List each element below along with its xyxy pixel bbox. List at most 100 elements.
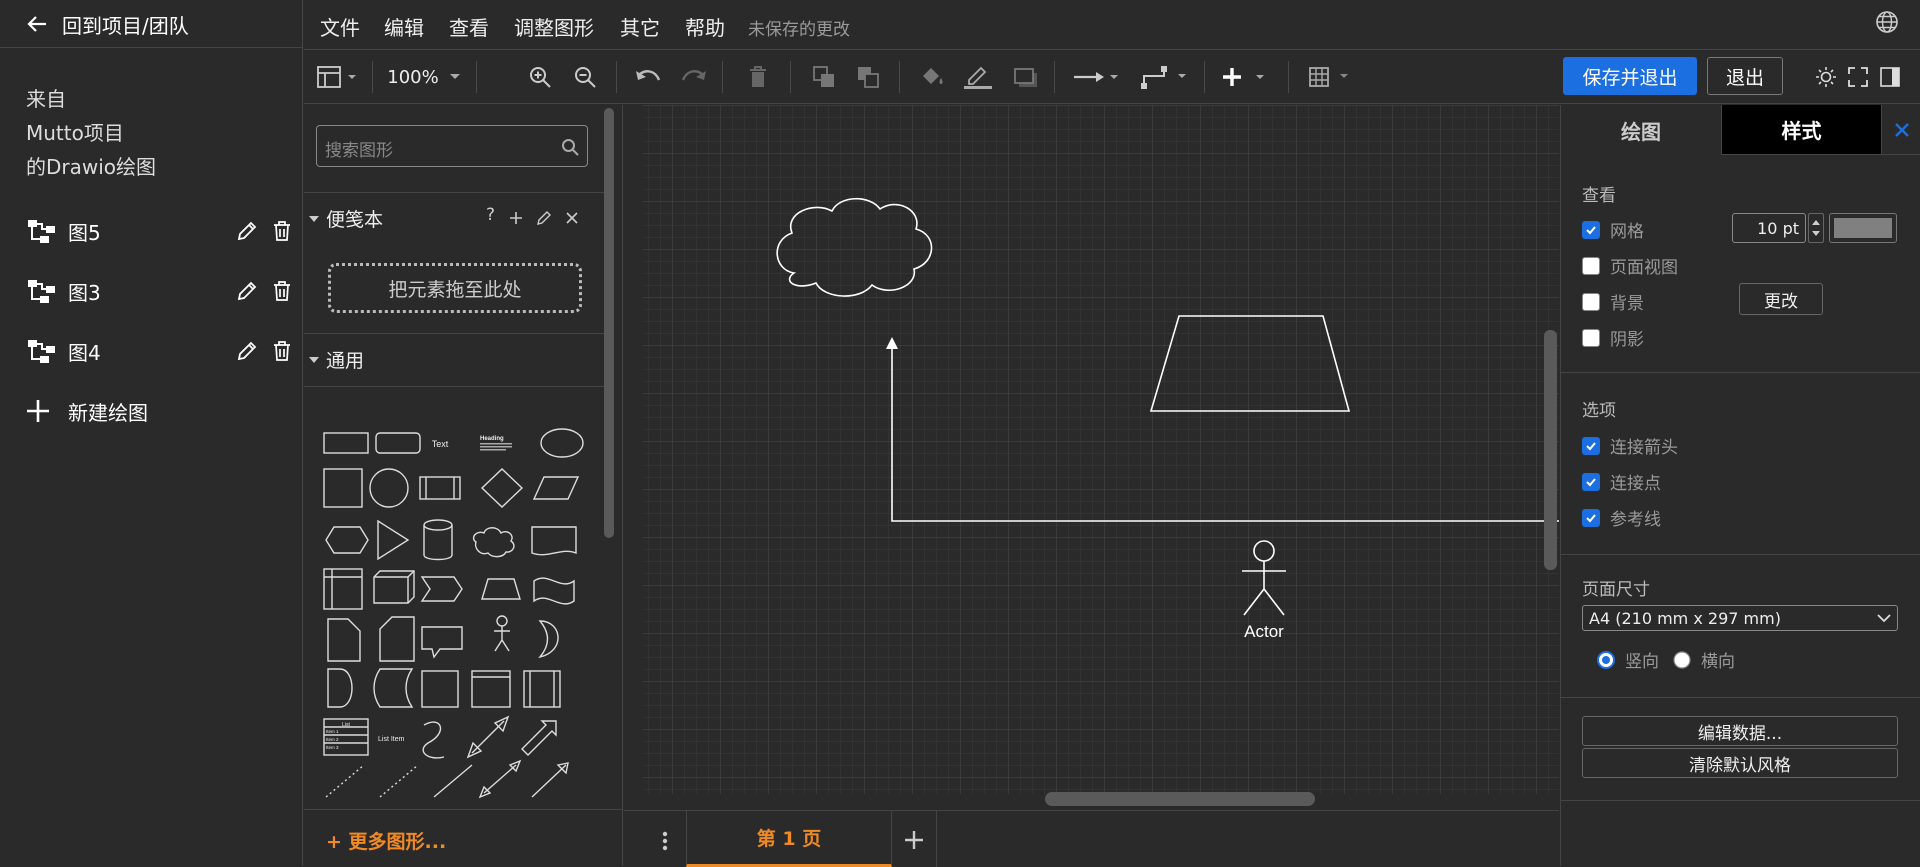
exit-button[interactable]: 退出 [1707, 57, 1783, 95]
delete-trash-icon[interactable] [272, 340, 292, 362]
scratchpad-header[interactable]: 便笺本 ? [304, 192, 604, 244]
process-shape[interactable] [419, 476, 461, 500]
step-shape[interactable] [420, 576, 463, 602]
shadow-button[interactable] [1012, 62, 1040, 92]
to-front-button[interactable] [810, 62, 838, 92]
card-shape[interactable] [379, 616, 415, 662]
page-view-checkbox[interactable]: 页面视图 [1582, 253, 1678, 278]
zoom-in-button[interactable] [526, 62, 554, 92]
portrait-radio[interactable]: 竖向 [1597, 647, 1659, 672]
diagram-item-1[interactable]: 图5 [26, 213, 296, 249]
grid-size-input[interactable]: 10 pt [1732, 213, 1806, 243]
add-icon[interactable] [508, 210, 524, 226]
rounded-rectangle-shape[interactable] [375, 432, 421, 454]
grid-size-stepper[interactable] [1808, 213, 1824, 243]
more-shapes-button[interactable]: + 更多图形... [326, 827, 446, 854]
tab-style[interactable]: 样式 [1721, 105, 1881, 155]
connection-style-dropdown[interactable] [1072, 62, 1124, 92]
background-checkbox[interactable]: 背景 [1582, 289, 1644, 314]
delete-button[interactable] [744, 62, 772, 92]
menu-help[interactable]: 帮助 [685, 12, 725, 41]
edit-pencil-icon[interactable] [236, 280, 258, 302]
square-shape[interactable] [323, 468, 363, 508]
horizontal-scrollbar[interactable] [1045, 792, 1315, 806]
save-and-exit-button[interactable]: 保存并退出 [1563, 57, 1697, 95]
new-diagram-button[interactable]: 新建绘图 [26, 393, 148, 429]
page-menu-icon[interactable] [662, 831, 668, 851]
table-dropdown[interactable] [1308, 62, 1358, 92]
parallelogram-shape[interactable] [532, 476, 580, 500]
text-shape[interactable]: Text [432, 439, 449, 449]
connection-arrows-checkbox[interactable]: 连接箭头 [1582, 433, 1678, 458]
actor-shape[interactable] [494, 615, 510, 652]
line-color-button[interactable] [962, 62, 994, 92]
vertical-scrollbar[interactable] [1544, 330, 1557, 570]
menu-edit[interactable]: 编辑 [384, 12, 424, 41]
delete-trash-icon[interactable] [272, 280, 292, 302]
close-icon[interactable] [564, 210, 580, 226]
clear-default-style-button[interactable]: 清除默认风格 [1582, 748, 1898, 778]
ellipse-shape[interactable] [540, 428, 584, 458]
scratchpad-help-button[interactable]: ? [486, 205, 495, 225]
undo-button[interactable] [634, 62, 662, 92]
panel-layout-dropdown[interactable] [316, 62, 360, 92]
edit-pencil-icon[interactable] [236, 220, 258, 242]
note-shape[interactable] [327, 618, 361, 662]
guides-checkbox[interactable]: 参考线 [1582, 505, 1661, 530]
heading-shape[interactable]: Heading [480, 436, 504, 442]
to-back-button[interactable] [854, 62, 882, 92]
cloud-shape[interactable] [472, 527, 515, 558]
sidebar-scrollbar[interactable] [604, 108, 614, 538]
tab-page-1[interactable]: 第 1 页 [686, 811, 892, 867]
diagram-item-3[interactable]: 图4 [26, 333, 296, 369]
back-to-projects-link[interactable]: 回到项目/团队 [26, 8, 189, 40]
diagram-canvas[interactable]: Actor [624, 105, 1559, 810]
grid-color-picker[interactable] [1829, 213, 1897, 243]
menu-file[interactable]: 文件 [320, 12, 360, 41]
add-page-icon[interactable] [902, 828, 926, 852]
swimlane-shape[interactable] [471, 670, 511, 708]
fill-color-button[interactable] [918, 62, 948, 92]
rectangle-shape[interactable] [323, 432, 369, 454]
diagram-item-2[interactable]: 图3 [26, 273, 296, 309]
delete-trash-icon[interactable] [272, 220, 292, 242]
tab-diagram[interactable]: 绘图 [1561, 105, 1721, 155]
curve-shape[interactable] [422, 721, 445, 759]
hexagon-shape[interactable] [325, 526, 369, 554]
dotted-line-shape[interactable] [379, 764, 419, 798]
trapezoid-shape[interactable] [481, 578, 521, 600]
tape-shape[interactable] [533, 577, 575, 605]
format-panel-toggle[interactable] [1878, 62, 1902, 92]
theme-toggle-button[interactable] [1814, 62, 1838, 92]
globe-icon[interactable] [1875, 10, 1899, 34]
canvas-drawing[interactable]: Actor [624, 105, 1559, 810]
delay-shape[interactable] [327, 668, 353, 708]
list-item-shape[interactable]: List Item [378, 736, 405, 743]
menu-view[interactable]: 查看 [449, 12, 489, 41]
scratchpad-dropzone[interactable]: 把元素拖至此处 [328, 263, 582, 313]
connection-points-checkbox[interactable]: 连接点 [1582, 469, 1661, 494]
landscape-radio[interactable]: 横向 [1673, 647, 1735, 672]
redo-button[interactable] [680, 62, 708, 92]
container-shape[interactable] [421, 670, 459, 708]
cube-shape[interactable] [373, 570, 415, 604]
bidirectional-arrow-shape[interactable] [466, 715, 510, 759]
waypoints-dropdown[interactable] [1140, 62, 1192, 92]
directional-connector-shape[interactable] [531, 762, 569, 798]
arrow-shape[interactable] [521, 720, 557, 756]
bidirectional-connector-shape[interactable] [478, 759, 522, 799]
diamond-shape[interactable] [480, 468, 524, 508]
data-storage-shape[interactable] [373, 668, 414, 708]
menu-extras[interactable]: 其它 [620, 12, 660, 41]
general-section-header[interactable]: 通用 [304, 333, 604, 385]
or-shape[interactable] [538, 620, 559, 659]
line-shape[interactable] [433, 764, 473, 798]
edit-pencil-icon[interactable] [236, 340, 258, 362]
change-background-button[interactable]: 更改 [1739, 283, 1823, 315]
zoom-out-button[interactable] [571, 62, 599, 92]
document-shape[interactable] [531, 526, 577, 556]
vertical-container-shape[interactable] [523, 670, 561, 708]
circle-shape[interactable] [369, 468, 409, 508]
callout-shape[interactable] [421, 626, 463, 659]
edit-pencil-icon[interactable] [536, 210, 552, 226]
